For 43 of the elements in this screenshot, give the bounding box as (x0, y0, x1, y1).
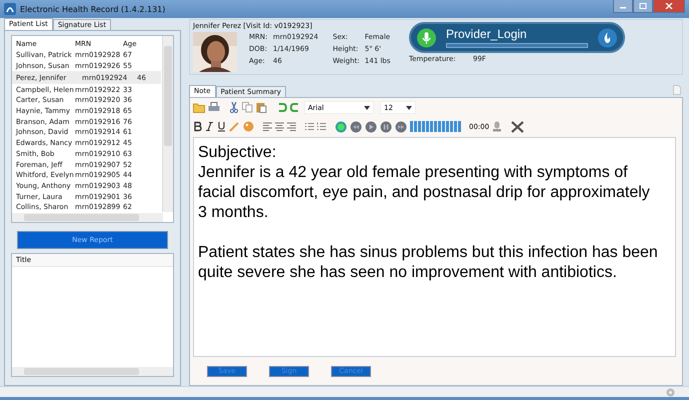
minimize-button[interactable] (613, 0, 633, 13)
pause-icon[interactable] (380, 120, 392, 132)
bold-icon[interactable] (193, 121, 202, 132)
align-right-icon[interactable] (287, 122, 296, 131)
folder-icon[interactable] (193, 102, 205, 113)
play-icon[interactable] (365, 120, 377, 132)
caret-icon (364, 106, 370, 110)
close-icon (665, 3, 673, 9)
undo-icon[interactable] (276, 102, 287, 113)
note-text: quite severe she has seen no improvement with antibiotics. (198, 263, 618, 283)
window-title: Electronic Health Record (1.4.2.131) (20, 4, 166, 14)
copy-icon[interactable] (242, 102, 253, 113)
record-icon[interactable] (335, 120, 347, 132)
bullet-list-icon[interactable] (305, 122, 314, 131)
scrollbar[interactable] (12, 367, 173, 376)
align-left-icon[interactable] (263, 122, 272, 131)
scrollbar[interactable] (12, 213, 163, 222)
maximize-button[interactable] (633, 0, 653, 13)
microphone-icon[interactable] (417, 28, 436, 48)
close-button[interactable] (653, 0, 685, 13)
align-center-icon[interactable] (275, 122, 284, 131)
note-text: Jennifer is a 42 year old female presenting with symptoms of (198, 163, 629, 183)
numbered-list-icon[interactable] (317, 122, 326, 131)
redo-icon[interactable] (290, 102, 301, 113)
underline-icon[interactable] (217, 121, 226, 132)
note-text: facial discomfort, eye pain, and postnasal drip for approximately (198, 183, 651, 203)
note-text: Subjective: (198, 143, 278, 163)
note-editor[interactable] (193, 137, 676, 357)
user-name: Provider_Login (446, 27, 528, 41)
audio-level-meter (410, 121, 462, 132)
caret-icon (406, 106, 412, 110)
paste-icon[interactable] (256, 102, 267, 113)
app-icon (4, 3, 16, 15)
rewind-icon[interactable] (350, 120, 362, 132)
flame-icon[interactable] (598, 28, 617, 48)
note-text: 3 months. (198, 203, 270, 223)
italic-icon[interactable] (205, 121, 214, 132)
note-text: Patient states she has sinus problems but this infection has been (198, 243, 659, 263)
maximize-icon (639, 3, 647, 9)
print-icon[interactable] (208, 102, 220, 113)
scrollbar[interactable] (162, 36, 173, 212)
fast-forward-icon[interactable] (395, 120, 407, 132)
cut-icon[interactable] (229, 102, 239, 113)
